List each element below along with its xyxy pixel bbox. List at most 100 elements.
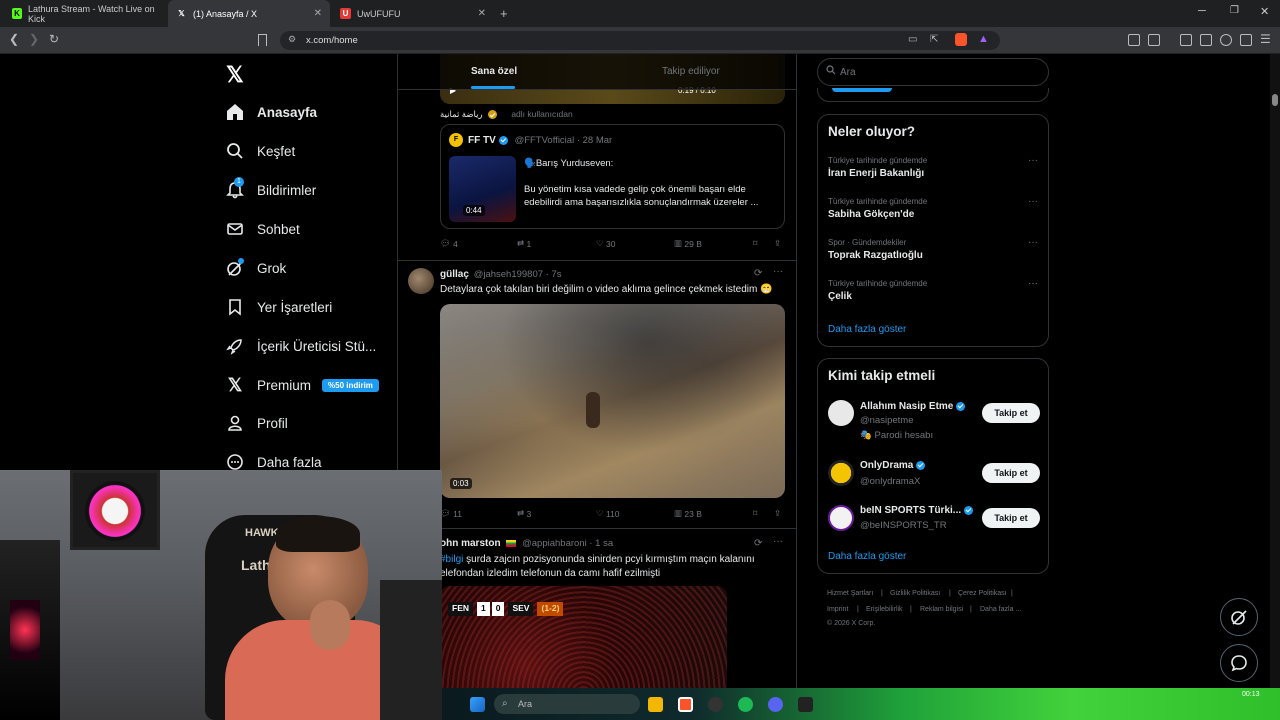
bookmark-tweet-icon[interactable]: ⌑ xyxy=(753,238,757,249)
tweet-author[interactable]: güllaç @jahseh199807 · 7s xyxy=(440,269,562,280)
follow-button[interactable]: Takip et xyxy=(982,508,1040,528)
scrollbar-thumb[interactable] xyxy=(1272,94,1278,106)
avatar[interactable] xyxy=(828,460,854,486)
more-options-icon[interactable]: ··· xyxy=(1028,237,1038,248)
suggested-user-name[interactable]: Allahım Nasip Etme xyxy=(860,401,966,412)
more-footer-link[interactable]: Daha fazla ... xyxy=(980,606,1021,613)
nav-bookmarks[interactable]: Yer İşaretleri xyxy=(226,293,332,321)
tweet-video[interactable]: 0:03 xyxy=(440,304,785,498)
forward-icon[interactable]: ❯ xyxy=(26,32,42,46)
bookmark-tweet-icon[interactable]: ⌑ xyxy=(753,508,757,519)
nav-chat[interactable]: Sohbet xyxy=(226,215,300,243)
browser-tab-uwufufu[interactable]: U UwUFUFU ✕ xyxy=(332,0,494,27)
reply-button[interactable]: 💬︎ 4 xyxy=(440,238,458,249)
x-logo-icon[interactable]: 𝕏 xyxy=(226,62,244,88)
sidebar-icon[interactable] xyxy=(1180,34,1192,46)
new-tab-button[interactable]: + xyxy=(500,6,508,21)
nav-creator-studio[interactable]: İçerik Üreticisi Stü... xyxy=(226,332,376,360)
more-options-icon[interactable]: ··· xyxy=(773,536,783,547)
grok-floating-button[interactable] xyxy=(1220,598,1258,636)
tab-following[interactable]: Takip ediliyor xyxy=(662,66,720,77)
privacy-link[interactable]: Gizlilik Politikası xyxy=(890,590,940,597)
browser-tab-x[interactable]: 𝕏 (1) Anasayfa / X ✕ xyxy=(168,0,330,27)
ads-info-link[interactable]: Reklam bilgisi xyxy=(920,606,963,613)
trend-item[interactable]: Çelik xyxy=(828,291,852,302)
nav-notifications[interactable]: 1 Bildirimler xyxy=(226,176,316,204)
wallet-icon[interactable] xyxy=(1200,34,1212,46)
close-window-button[interactable]: ✕ xyxy=(1260,5,1269,18)
more-options-icon[interactable]: ··· xyxy=(1028,155,1038,166)
vpn-icon[interactable] xyxy=(1240,34,1252,46)
maximize-button[interactable]: ❐ xyxy=(1230,5,1239,16)
url-field[interactable]: ⚙ x.com/home ▭ ⇱ ▲ xyxy=(280,31,1000,50)
windows-start-icon[interactable] xyxy=(470,697,485,712)
page-scrollbar[interactable] xyxy=(1270,54,1280,688)
close-tab-icon[interactable]: ✕ xyxy=(314,8,322,19)
taskbar-clock[interactable]: 00:13 xyxy=(1242,691,1260,698)
close-tab-icon[interactable]: ✕ xyxy=(478,8,486,19)
show-more-follow-link[interactable]: Daha fazla göster xyxy=(828,551,906,562)
site-info-icon[interactable]: ⚙ xyxy=(288,34,296,45)
reply-button[interactable]: 💬︎ 11 xyxy=(440,508,462,519)
terms-link[interactable]: Hizmet Şartları xyxy=(827,590,873,597)
browser-tab-kick[interactable]: K Lathura Stream - Watch Live on Kick xyxy=(4,0,168,27)
quoted-tweet[interactable]: F FF TV @FFTVofficial · 28 Mar 0:44 🗣️Ba… xyxy=(440,124,785,229)
tweet-author[interactable]: ohn marston @appiahbaroni · 1 sa xyxy=(440,538,613,549)
leo-ai-icon[interactable] xyxy=(1220,34,1232,46)
fftv-avatar[interactable]: F xyxy=(449,133,463,147)
minimize-button[interactable]: ─ xyxy=(1198,5,1206,17)
more-options-icon[interactable]: ··· xyxy=(1028,196,1038,207)
nav-grok[interactable]: Grok xyxy=(226,254,286,282)
avatar[interactable] xyxy=(828,400,854,426)
cookie-link[interactable]: Çerez Politikası xyxy=(958,590,1007,597)
nav-premium[interactable]: 𝕏 Premium %50 indirim xyxy=(226,371,379,399)
menu-icon[interactable]: ☰ xyxy=(1260,32,1271,46)
accessibility-link[interactable]: Erişilebilirlik xyxy=(866,606,903,613)
reload-icon[interactable]: ↻ xyxy=(46,32,62,46)
suggested-user-name[interactable]: OnlyDrama xyxy=(860,460,926,471)
chrome-icon[interactable] xyxy=(708,697,723,712)
nav-profile[interactable]: Profil xyxy=(226,409,288,437)
search-input[interactable]: Ara xyxy=(817,58,1049,86)
trend-item[interactable]: İran Enerji Bakanlığı xyxy=(828,168,924,179)
views-button[interactable]: ▥ 29 B xyxy=(674,238,702,249)
follow-button[interactable]: Takip et xyxy=(982,463,1040,483)
reading-list-icon[interactable] xyxy=(1148,34,1160,46)
cast-icon[interactable]: ▭ xyxy=(908,34,917,45)
trend-item[interactable]: Sabiha Gökçen'de xyxy=(828,209,914,220)
grok-explain-icon[interactable]: ⟳ xyxy=(754,268,762,279)
grok-explain-icon[interactable]: ⟳ xyxy=(754,538,762,549)
brave-browser-icon[interactable] xyxy=(678,697,693,712)
repost-source-name[interactable]: رياضة ثمانية xyxy=(440,109,483,119)
quote-video-thumbnail[interactable]: 0:44 xyxy=(449,156,516,222)
taskbar-search[interactable]: ⌕ Ara xyxy=(494,694,640,714)
avatar[interactable] xyxy=(408,268,434,294)
app-icon[interactable] xyxy=(798,697,813,712)
imprint-link[interactable]: Imprint xyxy=(827,606,848,613)
trend-item[interactable]: Toprak Razgatlıoğlu xyxy=(828,250,923,261)
share-tweet-icon[interactable]: ⇪ xyxy=(774,508,781,519)
quote-author[interactable]: FF TV @FFTVofficial · 28 Mar xyxy=(468,135,612,146)
more-options-icon[interactable]: ··· xyxy=(773,266,783,277)
retweet-button[interactable]: ⇄ 1 xyxy=(517,238,531,249)
nav-explore[interactable]: Keşfet xyxy=(226,137,295,165)
discord-icon[interactable] xyxy=(768,697,783,712)
back-icon[interactable]: ❮ xyxy=(6,32,22,46)
spotify-icon[interactable] xyxy=(738,697,753,712)
views-button[interactable]: ▥ 23 B xyxy=(674,508,702,519)
more-options-icon[interactable]: ··· xyxy=(1028,278,1038,289)
messages-floating-button[interactable] xyxy=(1220,644,1258,682)
follow-button[interactable]: Takip et xyxy=(982,403,1040,423)
bookmark-page-icon[interactable] xyxy=(258,34,267,46)
share-icon[interactable]: ⇱ xyxy=(930,34,938,45)
share-tweet-icon[interactable]: ⇪ xyxy=(774,238,781,249)
nav-home[interactable]: Anasayfa xyxy=(226,98,317,126)
hashtag-link[interactable]: #bilgi xyxy=(440,554,463,565)
home-feed[interactable]: ▶ 0:19 / 0:10 Sana özel Takip ediliyor ر… xyxy=(398,54,796,720)
extensions-icon[interactable] xyxy=(1128,34,1140,46)
avatar[interactable] xyxy=(828,505,854,531)
brave-shield-icon[interactable] xyxy=(955,33,967,46)
brave-rewards-icon[interactable]: ▲ xyxy=(978,33,989,45)
retweet-button[interactable]: ⇄ 3 xyxy=(517,508,531,519)
show-more-trends-link[interactable]: Daha fazla göster xyxy=(828,324,906,335)
